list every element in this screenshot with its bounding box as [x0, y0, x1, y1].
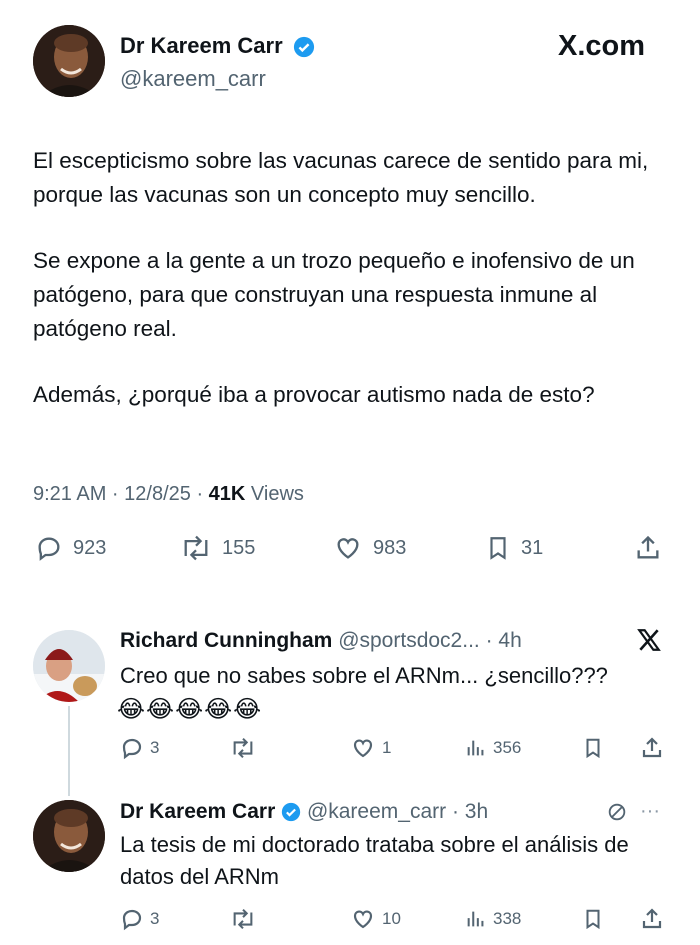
repost-icon	[184, 535, 208, 561]
brand-text: X.com	[558, 30, 646, 62]
reply-emojis: 😂😂😂😂😂	[117, 696, 263, 723]
more-options-button[interactable]: ···	[640, 800, 660, 823]
avatar-portrait	[33, 800, 105, 872]
tweet-meta: 9:21 AM · 12/8/25 · 41K Views	[33, 483, 304, 506]
reply1-reply-button[interactable]: 3	[120, 736, 159, 760]
reply-text: La tesis de mi doctorado trataba sobre e…	[120, 832, 629, 889]
like-button[interactable]: 983	[333, 534, 406, 562]
reply1-share-button[interactable]	[640, 736, 664, 760]
like-icon	[353, 910, 373, 929]
repost-button[interactable]: 155	[180, 534, 255, 562]
tweet-paragraph: Además, ¿porqué iba a provocar autismo n…	[33, 382, 595, 407]
x-logo-icon	[637, 629, 661, 651]
share-icon	[642, 908, 662, 929]
reply-count: 923	[73, 536, 107, 559]
bookmark-icon	[586, 909, 600, 930]
bookmark-count: 31	[521, 536, 544, 559]
reply2-reply-count: 3	[150, 909, 160, 928]
avatar-portrait	[33, 25, 105, 97]
reply1-reply-count: 3	[150, 738, 160, 757]
reply-author-name[interactable]: Dr Kareem Carr	[120, 800, 275, 823]
views-icon	[467, 911, 484, 927]
thread-line	[68, 706, 70, 796]
share-button[interactable]	[634, 534, 662, 562]
reply2-reply-button[interactable]: 3	[120, 907, 159, 931]
author-avatar[interactable]	[33, 25, 105, 97]
reply1-like-count: 1	[382, 738, 392, 757]
repost-icon	[233, 908, 253, 930]
reply2-repost-button[interactable]	[230, 907, 256, 931]
reply2-share-button[interactable]	[640, 907, 664, 931]
reply2-bookmark-button[interactable]	[582, 907, 604, 931]
reply-icon	[122, 909, 142, 931]
bookmark-icon	[490, 537, 506, 560]
reply-avatar[interactable]	[33, 800, 105, 872]
reply-text: Creo que no sabes sobre el ARNm... ¿senc…	[120, 663, 608, 688]
tweet-timestamp[interactable]: 9:21 AM · 12/8/25 ·	[33, 483, 209, 505]
bookmark-button[interactable]: 31	[485, 534, 543, 562]
author-handle[interactable]: @kareem_carr	[120, 66, 266, 92]
tweet-paragraph: Se expone a la gente a un trozo pequeño …	[33, 248, 635, 341]
reply-icon	[38, 537, 60, 561]
bookmark-icon	[586, 738, 600, 759]
views-label: Views	[245, 483, 304, 505]
reply-handle-time[interactable]: @kareem_carr · 3h	[307, 800, 488, 823]
author-name-row[interactable]: Dr Kareem Carr	[120, 33, 315, 59]
tweet-paragraph: El escepticismo sobre las vacunas carece…	[33, 148, 649, 207]
share-icon	[642, 737, 662, 758]
reply1-views-count: 356	[493, 738, 522, 757]
reply2-views-button[interactable]: 338	[465, 907, 521, 931]
tweet-body: El escepticismo sobre las vacunas carece…	[33, 144, 678, 412]
reply-handle-time[interactable]: @sportsdoc2... · 4h	[338, 629, 522, 652]
reply-header: Dr Kareem Carr @kareem_carr · 3h	[120, 800, 488, 824]
like-icon	[337, 538, 359, 559]
author-name[interactable]: Dr Kareem Carr	[120, 33, 283, 58]
verified-badge-icon	[293, 37, 314, 58]
repost-count: 155	[222, 536, 256, 559]
reply1-like-button[interactable]: 1	[350, 736, 391, 760]
repost-icon	[233, 737, 253, 759]
reply2-like-count: 10	[382, 909, 401, 928]
reply-button[interactable]: 923	[35, 534, 106, 562]
views-icon	[467, 740, 484, 756]
reply-author-name[interactable]: Richard Cunningham	[120, 629, 332, 652]
like-count: 983	[373, 536, 407, 559]
reply-avatar[interactable]	[33, 630, 105, 702]
reply1-bookmark-button[interactable]	[582, 736, 604, 760]
reply2-header-actions: ···	[606, 800, 660, 823]
edit-icon[interactable]	[606, 801, 628, 823]
views-count: 41K	[208, 483, 246, 505]
x-logo	[636, 627, 662, 658]
reply2-views-count: 338	[493, 909, 522, 928]
reply-header: Richard Cunningham @sportsdoc2... · 4h	[120, 629, 522, 653]
reply2-like-button[interactable]: 10	[350, 907, 401, 931]
reply1-repost-button[interactable]	[230, 736, 256, 760]
verified-badge-icon	[281, 803, 301, 822]
brand-label: X.com	[558, 30, 645, 63]
reply1-views-button[interactable]: 356	[465, 736, 521, 760]
share-icon	[637, 535, 659, 559]
reply-icon	[122, 738, 142, 760]
like-icon	[353, 739, 373, 758]
avatar-portrait	[33, 630, 105, 702]
